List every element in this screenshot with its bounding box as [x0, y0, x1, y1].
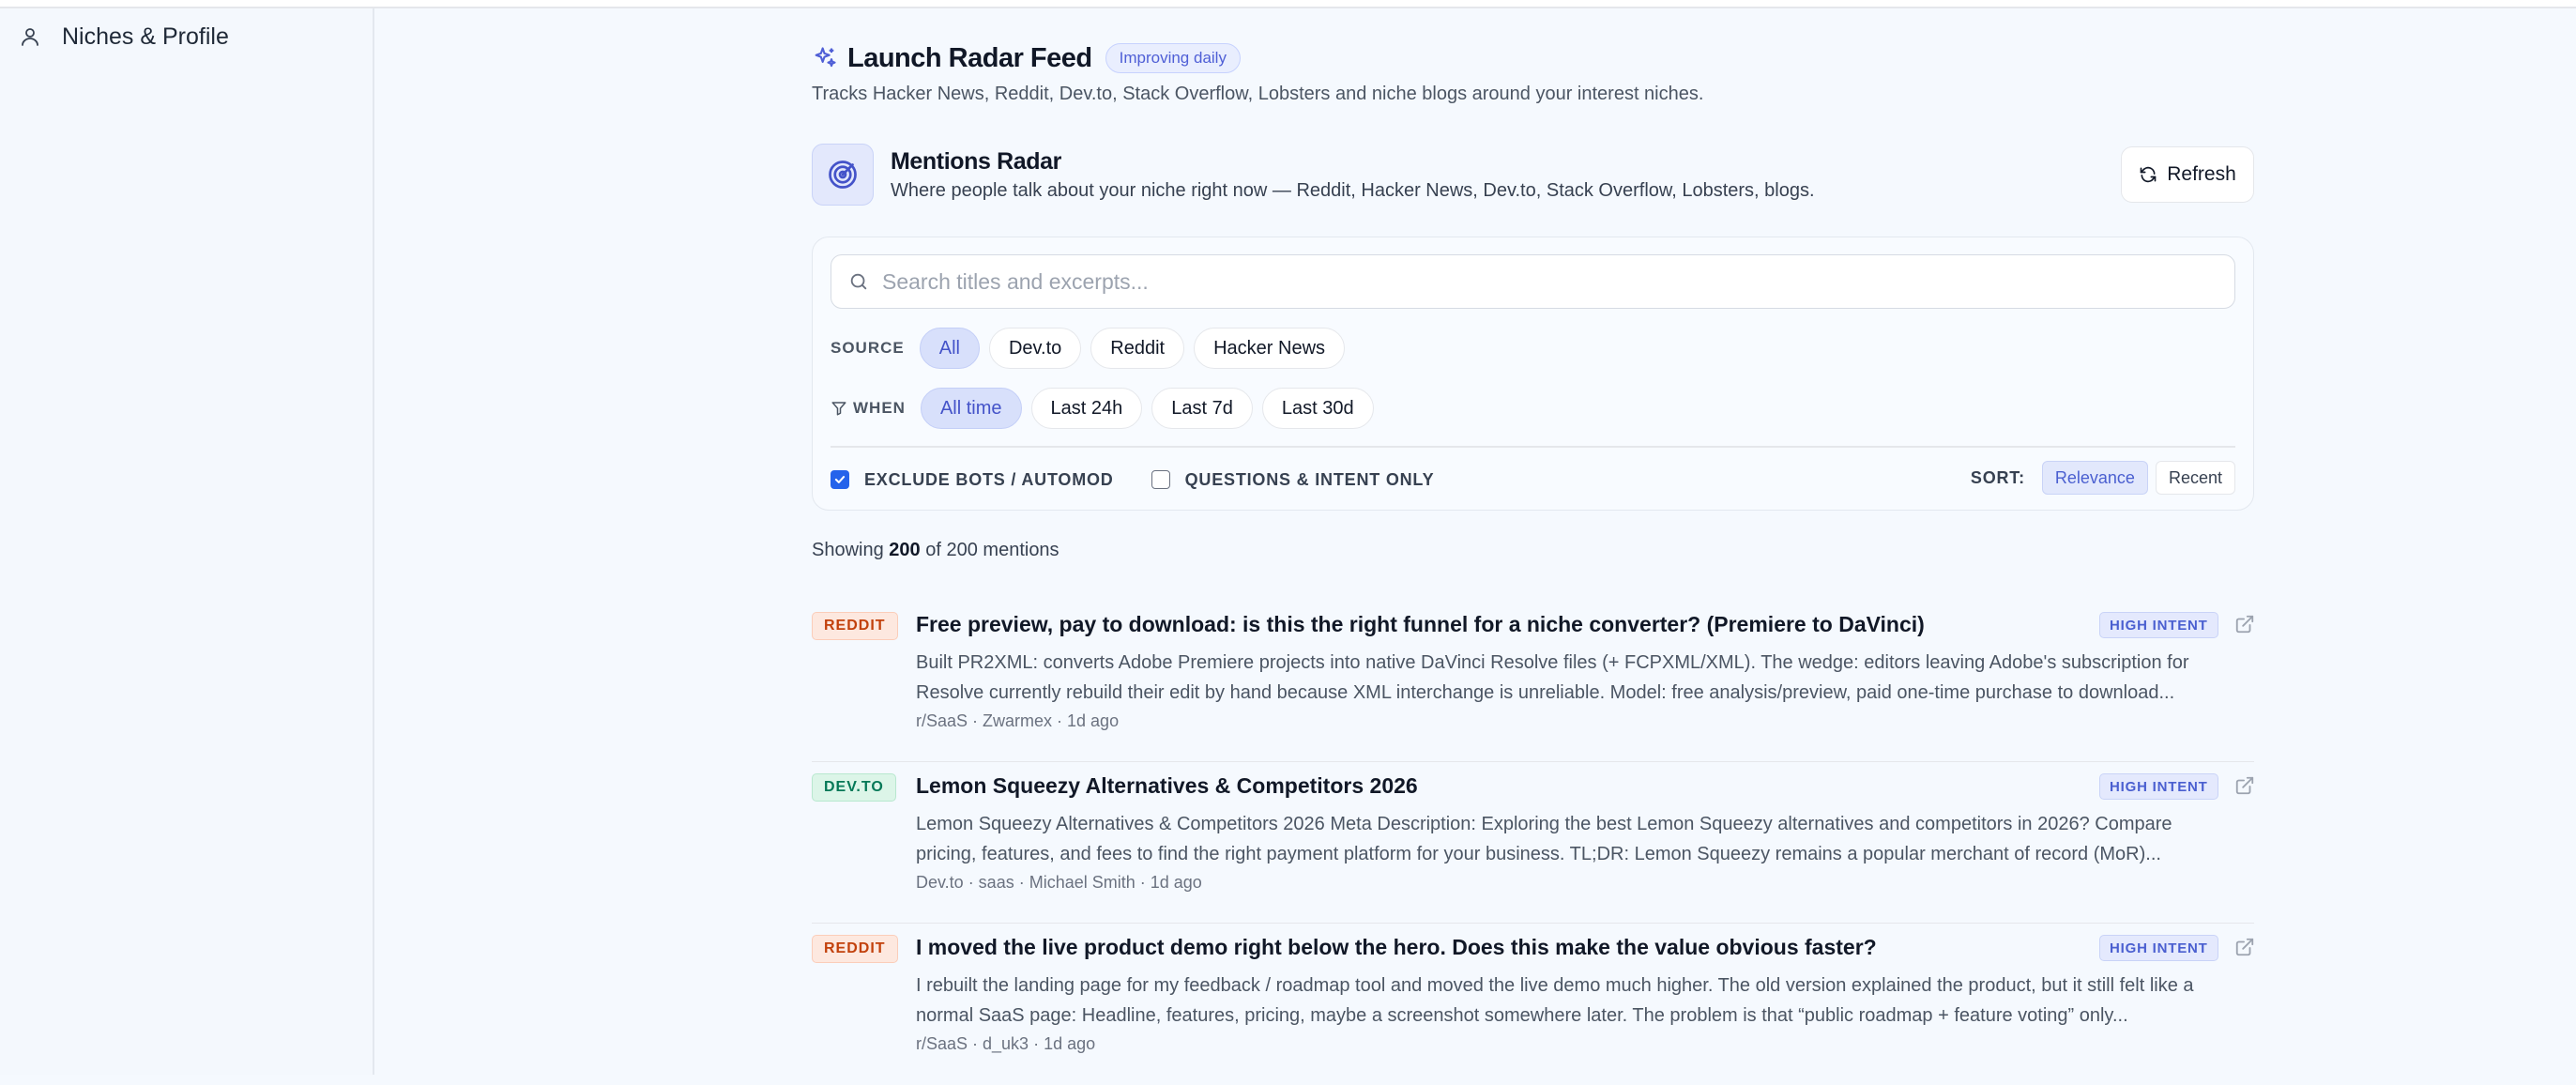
- check-icon: [834, 476, 846, 483]
- mention-meta: Dev.to · saas · Michael Smith · 1d ago: [916, 873, 1202, 892]
- results-prefix: Showing: [812, 540, 884, 560]
- source-label: SOURCE: [831, 339, 905, 357]
- sidebar: Niches & Profile: [0, 8, 374, 1075]
- when-chip-all-time[interactable]: All time: [920, 388, 1022, 429]
- checkbox-row: EXCLUDE BOTS / AUTOMOD QUESTIONS & INTEN…: [831, 463, 1471, 497]
- when-chip-last-30d[interactable]: Last 30d: [1261, 388, 1374, 429]
- intent-badge: HIGH INTENT: [2099, 773, 2218, 800]
- search-input[interactable]: [882, 268, 2196, 295]
- source-chip-hacker-news[interactable]: Hacker News: [1194, 328, 1346, 369]
- search-box[interactable]: [831, 254, 2235, 309]
- when-label: WHEN: [853, 399, 906, 417]
- filter-panel: SOURCE All Dev.to Reddit Hacker News WHE…: [812, 237, 2254, 511]
- mention-meta: r/SaaS · Zwarmex · 1d ago: [916, 711, 1120, 730]
- source-chip-reddit[interactable]: Reddit: [1090, 328, 1185, 369]
- page-title: Launch Radar Feed: [847, 42, 1092, 73]
- when-chip-last-24h[interactable]: Last 24h: [1030, 388, 1143, 429]
- mention-excerpt: I rebuilt the landing page for my feedba…: [916, 975, 2194, 1026]
- when-chip-last-7d[interactable]: Last 7d: [1151, 388, 1253, 429]
- refresh-icon: [2140, 166, 2157, 183]
- divider: [831, 446, 2235, 448]
- page-subtitle: Tracks Hacker News, Reddit, Dev.to, Stac…: [812, 84, 1704, 104]
- mention-item: REDDIT I moved the live product demo rig…: [812, 924, 2254, 1085]
- exclude-bots-label[interactable]: EXCLUDE BOTS / AUTOMOD: [864, 470, 1114, 490]
- refresh-button[interactable]: Refresh: [2121, 146, 2254, 203]
- source-badge: REDDIT: [812, 612, 898, 640]
- exclude-bots-checkbox[interactable]: [831, 470, 849, 489]
- mention-meta: r/SaaS · d_uk3 · 1d ago: [916, 1034, 1096, 1053]
- questions-intent-label[interactable]: QUESTIONS & INTENT ONLY: [1185, 470, 1435, 490]
- intent-badge: HIGH INTENT: [2099, 935, 2218, 961]
- when-filter-row: WHEN All time Last 24h Last 7d Last 30d: [831, 388, 1383, 429]
- source-chip-devto[interactable]: Dev.to: [988, 328, 1082, 369]
- mention-item: REDDIT Free preview, pay to download: is…: [812, 601, 2254, 762]
- results-suffix: mentions: [983, 540, 1059, 560]
- results-count: Showing 200 of 200 mentions: [812, 540, 1059, 561]
- external-link-icon[interactable]: [2234, 614, 2255, 634]
- sort-control: SORT: Relevance Recent: [1971, 459, 2235, 497]
- mentions-feed: REDDIT Free preview, pay to download: is…: [812, 601, 2254, 1085]
- mention-excerpt: Built PR2XML: converts Adobe Premiere pr…: [916, 652, 2189, 703]
- filter-icon: [831, 402, 846, 416]
- sparkles-icon: [815, 47, 836, 68]
- when-label-group: WHEN: [831, 399, 906, 418]
- improving-badge: Improving daily: [1105, 43, 1241, 73]
- page-header: Launch Radar Feed Improving daily: [812, 39, 1241, 77]
- source-filter-row: SOURCE All Dev.to Reddit Hacker News: [831, 328, 1354, 369]
- intent-badge: HIGH INTENT: [2099, 612, 2218, 638]
- sidebar-item-label: Niches & Profile: [62, 23, 229, 50]
- results-shown: 200: [889, 540, 921, 560]
- mention-title[interactable]: Lemon Squeezy Alternatives & Competitors…: [916, 773, 1418, 799]
- source-badge: DEV.TO: [812, 773, 896, 802]
- results-middle: of: [925, 540, 941, 560]
- source-badge: REDDIT: [812, 935, 898, 963]
- source-chip-all[interactable]: All: [919, 328, 980, 369]
- mention-title[interactable]: I moved the live product demo right belo…: [916, 935, 1877, 960]
- search-icon: [850, 273, 867, 290]
- refresh-label: Refresh: [2167, 163, 2236, 185]
- radar-icon: [829, 160, 857, 189]
- main-content: Launch Radar Feed Improving daily Tracks…: [812, 0, 2254, 1075]
- external-link-icon[interactable]: [2234, 937, 2255, 957]
- sidebar-item-niches-profile[interactable]: Niches & Profile: [19, 18, 229, 55]
- mention-excerpt: Lemon Squeezy Alternatives & Competitors…: [916, 814, 2172, 864]
- external-link-icon[interactable]: [2234, 775, 2255, 796]
- sort-recent-button[interactable]: Recent: [2155, 461, 2235, 495]
- mention-item: DEV.TO Lemon Squeezy Alternatives & Comp…: [812, 762, 2254, 924]
- sort-relevance-button[interactable]: Relevance: [2041, 461, 2148, 495]
- mention-title[interactable]: Free preview, pay to download: is this t…: [916, 612, 1925, 637]
- section-title: Mentions Radar: [891, 148, 1061, 175]
- results-total: 200: [946, 540, 978, 560]
- radar-icon-box: [812, 144, 874, 206]
- questions-intent-checkbox[interactable]: [1151, 470, 1170, 489]
- section-description: Where people talk about your niche right…: [891, 180, 1815, 201]
- sort-label: SORT:: [1970, 467, 2025, 487]
- user-icon: [22, 28, 38, 46]
